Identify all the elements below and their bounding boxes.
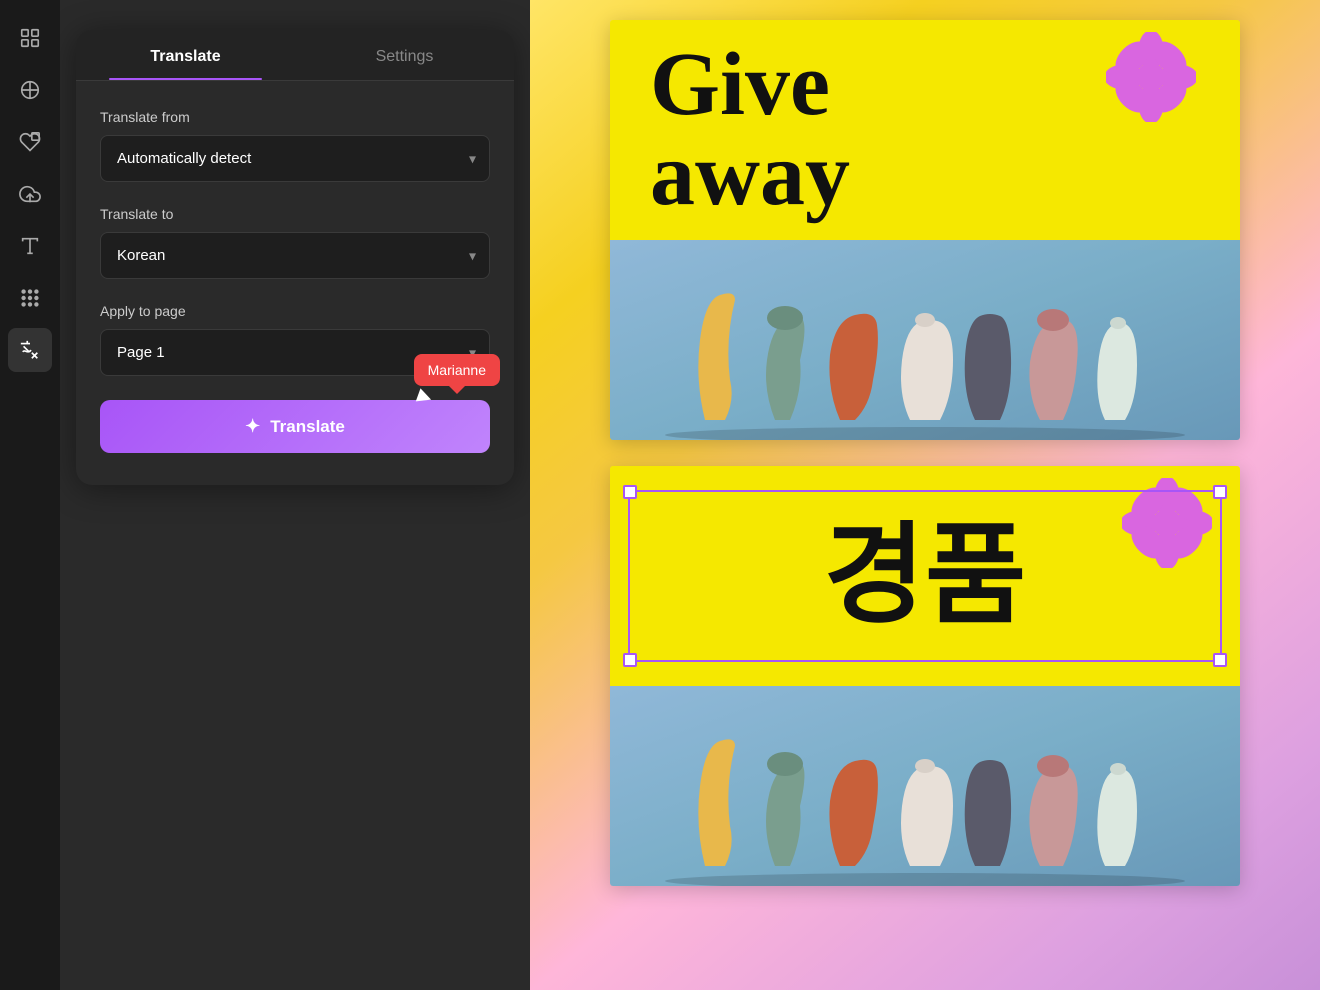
translate-button-label: Translate (270, 417, 345, 437)
apply-to-page-select[interactable]: Page 1 Page 2 All pages (100, 329, 490, 376)
sidebar-item-cloud[interactable] (8, 172, 52, 216)
translate-btn-star-icon: ✦ (245, 416, 260, 437)
tab-translate[interactable]: Translate (76, 30, 295, 80)
card2-flower-decoration (1122, 478, 1212, 573)
design-card-2: 경품 (610, 466, 1240, 886)
handle-bl (623, 653, 637, 667)
card2-bottom (610, 686, 1240, 886)
translate-button[interactable]: ✦ Translate (100, 400, 490, 453)
apply-to-page-wrapper: Page 1 Page 2 All pages ▾ (100, 329, 490, 376)
canvas-area: Give away (530, 0, 1320, 990)
translate-from-wrapper: Automatically detect English Japanese Ch… (100, 135, 490, 182)
card2-korean-text: 경품 (824, 521, 1026, 631)
handle-br (1213, 653, 1227, 667)
apply-to-page-label: Apply to page (100, 303, 490, 319)
sidebar-item-apps[interactable] (8, 276, 52, 320)
canvas-content: Give away (530, 0, 1320, 990)
sidebar (0, 0, 60, 990)
translate-to-label: Translate to (100, 206, 490, 222)
sidebar-item-shapes[interactable] (8, 68, 52, 112)
sidebar-item-translate[interactable] (8, 328, 52, 372)
translate-to-wrapper: Korean English Japanese Chinese Spanish … (100, 232, 490, 279)
card1-top: Give away (610, 20, 1240, 240)
handle-tr (1213, 485, 1227, 499)
panel-area: Translate Settings Translate from Automa… (60, 0, 530, 990)
card1-bottom (610, 240, 1240, 440)
card1-giveaway-text: Give away (650, 40, 850, 220)
tab-settings[interactable]: Settings (295, 30, 514, 80)
sidebar-item-grid[interactable] (8, 16, 52, 60)
card2-inner: 경품 (610, 466, 1240, 886)
handle-tl (623, 485, 637, 499)
sidebar-item-elements[interactable] (8, 120, 52, 164)
translate-panel: Translate Settings Translate from Automa… (76, 30, 514, 485)
panel-body: Translate from Automatically detect Engl… (76, 81, 514, 485)
translate-from-select[interactable]: Automatically detect English Japanese Ch… (100, 135, 490, 182)
translate-button-container: Marianne ▶ ✦ Translate (100, 400, 490, 453)
card1-flower-decoration (1106, 32, 1196, 127)
card1-vases-svg (645, 240, 1205, 440)
translate-from-label: Translate from (100, 109, 490, 125)
design-card-1: Give away (610, 20, 1240, 440)
card2-top: 경품 (610, 466, 1240, 686)
sidebar-item-text[interactable] (8, 224, 52, 268)
tab-bar: Translate Settings (76, 30, 514, 81)
translate-to-select[interactable]: Korean English Japanese Chinese Spanish (100, 232, 490, 279)
card2-vases-svg (645, 686, 1205, 886)
